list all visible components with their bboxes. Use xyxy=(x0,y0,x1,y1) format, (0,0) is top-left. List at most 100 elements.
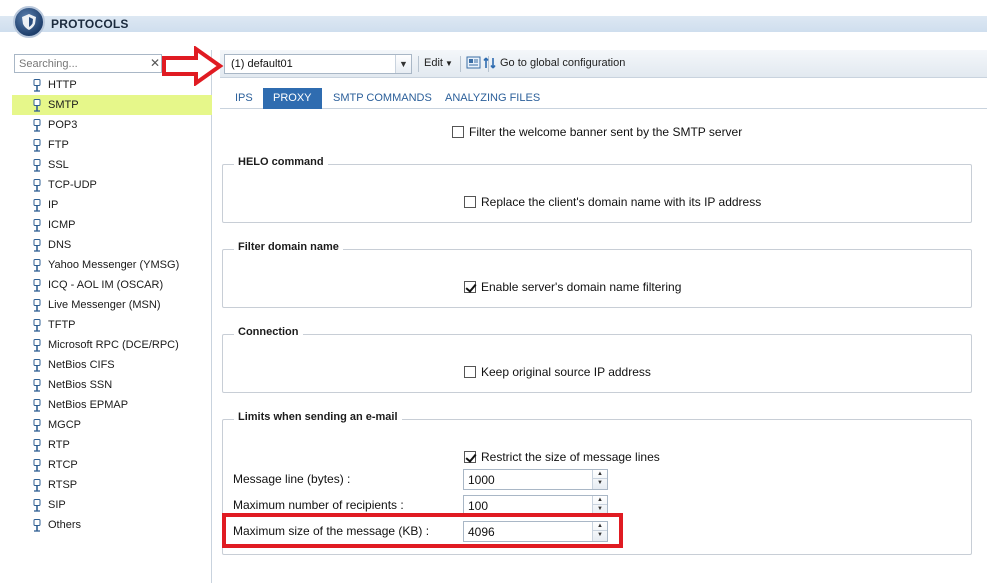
tab-ips[interactable]: IPS xyxy=(225,88,263,109)
increment-icon[interactable]: ▲ xyxy=(593,496,607,505)
welcome-banner-row: Filter the welcome banner sent by the SM… xyxy=(452,125,742,139)
protocol-plug-icon xyxy=(33,259,41,272)
app-header: PROTOCOLS xyxy=(0,0,987,47)
sidebar-item-others[interactable]: Others xyxy=(12,515,212,535)
enable-filtering-checkbox[interactable] xyxy=(464,281,476,293)
sidebar-item-live-messenger-msn[interactable]: Live Messenger (MSN) xyxy=(12,295,212,315)
decrement-icon[interactable]: ▼ xyxy=(593,479,607,488)
protocol-plug-icon xyxy=(33,419,41,432)
protocol-plug-icon xyxy=(33,199,41,212)
edit-label: Edit xyxy=(424,57,443,69)
max-recipients-label: Maximum number of recipients : xyxy=(233,498,404,512)
sidebar-item-smtp[interactable]: SMTP xyxy=(12,95,212,115)
tab-smtp-commands[interactable]: SMTP COMMANDS xyxy=(323,88,442,109)
page-title: PROTOCOLS xyxy=(51,17,129,31)
protocol-plug-icon xyxy=(33,319,41,332)
sidebar-item-mgcp[interactable]: MGCP xyxy=(12,415,212,435)
welcome-banner-checkbox[interactable] xyxy=(452,126,464,138)
tab-analyzing-files[interactable]: ANALYZING FILES xyxy=(435,88,550,109)
enable-filtering-label: Enable server's domain name filtering xyxy=(481,280,682,294)
search-input[interactable] xyxy=(14,54,162,73)
protocol-plug-icon xyxy=(33,399,41,412)
protocol-plug-icon xyxy=(33,519,41,532)
sidebar-item-icq-aol-im-oscar[interactable]: ICQ - AOL IM (OSCAR) xyxy=(12,275,212,295)
tab-bar: IPS PROXY SMTP COMMANDS ANALYZING FILES xyxy=(220,88,987,109)
sidebar-item-label: RTP xyxy=(48,439,70,451)
sidebar-item-label: ICQ - AOL IM (OSCAR) xyxy=(48,279,164,291)
replace-domain-checkbox[interactable] xyxy=(464,196,476,208)
sidebar-item-sip[interactable]: SIP xyxy=(12,495,212,515)
message-line-value: 1000 xyxy=(468,473,495,487)
protocol-list: HTTP SMTP POP3 FTP SSL TCP-UDP IP ICMP DNS Yahoo … xyxy=(12,75,212,535)
sidebar-item-label: NetBios SSN xyxy=(48,379,113,391)
protocol-plug-icon xyxy=(33,459,41,472)
protocol-plug-icon xyxy=(33,219,41,232)
sidebar-item-label: NetBios EPMAP xyxy=(48,399,129,411)
sidebar-item-label: DNS xyxy=(48,239,72,251)
protocol-plug-icon xyxy=(33,439,41,452)
limits-legend: Limits when sending an e-mail xyxy=(234,411,402,423)
message-line-label: Message line (bytes) : xyxy=(233,472,351,486)
restrict-lines-row: Restrict the size of message lines xyxy=(464,450,660,464)
header-band xyxy=(0,16,987,32)
protocol-sidebar: ✕ HTTPSMTPPOP3FTPSSLTCP-UDPIPICMPDNSYaho… xyxy=(12,50,212,583)
sidebar-item-label: Others xyxy=(48,519,82,531)
sidebar-item-label: POP3 xyxy=(48,119,78,131)
message-line-stepper[interactable]: 1000 ▲ ▼ xyxy=(463,469,608,490)
sidebar-item-label: FTP xyxy=(48,139,69,151)
sidebar-item-tftp[interactable]: TFTP xyxy=(12,315,212,335)
global-config-button[interactable]: Go to global configuration xyxy=(483,57,625,69)
sidebar-item-label: Microsoft RPC (DCE/RPC) xyxy=(48,339,179,351)
sidebar-item-tcp-udp[interactable]: TCP-UDP xyxy=(12,175,212,195)
sidebar-item-ssl[interactable]: SSL xyxy=(12,155,212,175)
sidebar-item-ftp[interactable]: FTP xyxy=(12,135,212,155)
protocol-plug-icon xyxy=(33,479,41,492)
welcome-banner-label: Filter the welcome banner sent by the SM… xyxy=(469,125,743,139)
sidebar-item-icmp[interactable]: ICMP xyxy=(12,215,212,235)
sidebar-item-netbios-epmap[interactable]: NetBios EPMAP xyxy=(12,395,212,415)
profile-select[interactable]: (1) default01 ▼ xyxy=(224,54,412,74)
tab-proxy[interactable]: PROXY xyxy=(263,88,322,109)
protocol-plug-icon xyxy=(33,179,41,192)
sidebar-item-rtcp[interactable]: RTCP xyxy=(12,455,212,475)
sidebar-item-dns[interactable]: DNS xyxy=(12,235,212,255)
edit-menu-button[interactable]: Edit ▼ xyxy=(424,57,453,69)
restrict-lines-checkbox[interactable] xyxy=(464,451,476,463)
sidebar-item-ip[interactable]: IP xyxy=(12,195,212,215)
keep-source-checkbox[interactable] xyxy=(464,366,476,378)
caret-down-icon: ▼ xyxy=(444,59,453,68)
sidebar-item-label: TCP-UDP xyxy=(48,179,97,191)
enable-filtering-row: Enable server's domain name filtering xyxy=(464,280,681,294)
document-properties-icon[interactable] xyxy=(466,56,482,70)
toolbar-divider xyxy=(418,56,419,72)
protocol-plug-icon xyxy=(33,119,41,132)
sidebar-item-label: Yahoo Messenger (YMSG) xyxy=(48,259,180,271)
sidebar-item-label: NetBios CIFS xyxy=(48,359,115,371)
restrict-lines-label: Restrict the size of message lines xyxy=(481,450,660,464)
increment-icon[interactable]: ▲ xyxy=(593,470,607,479)
annotation-arrow-icon xyxy=(162,46,224,86)
protocol-plug-icon xyxy=(33,99,41,112)
keep-source-row: Keep original source IP address xyxy=(464,365,651,379)
protocol-plug-icon xyxy=(33,279,41,292)
sidebar-item-label: SIP xyxy=(48,499,66,511)
filter-domain-legend: Filter domain name xyxy=(234,241,343,253)
sidebar-item-pop3[interactable]: POP3 xyxy=(12,115,212,135)
protocol-plug-icon xyxy=(33,499,41,512)
sidebar-item-netbios-cifs[interactable]: NetBios CIFS xyxy=(12,355,212,375)
sidebar-item-netbios-ssn[interactable]: NetBios SSN xyxy=(12,375,212,395)
protocol-plug-icon xyxy=(33,239,41,252)
protocol-plug-icon xyxy=(33,139,41,152)
transfer-arrows-icon xyxy=(483,57,496,69)
sidebar-item-rtsp[interactable]: RTSP xyxy=(12,475,212,495)
sidebar-item-rtp[interactable]: RTP xyxy=(12,435,212,455)
profile-select-value: (1) default01 xyxy=(231,58,293,70)
chevron-down-icon[interactable]: ▼ xyxy=(395,55,411,73)
sidebar-item-microsoft-rpc-dce-rpc[interactable]: Microsoft RPC (DCE/RPC) xyxy=(12,335,212,355)
toolbar: (1) default01 ▼ Edit ▼ Go to global confi… xyxy=(220,50,987,78)
helo-section: HELO command Replace the client's domain… xyxy=(222,156,972,223)
shield-logo-icon xyxy=(13,6,45,38)
helo-legend: HELO command xyxy=(234,156,328,168)
connection-legend: Connection xyxy=(234,326,303,338)
sidebar-item-yahoo-messenger-ymsg[interactable]: Yahoo Messenger (YMSG) xyxy=(12,255,212,275)
